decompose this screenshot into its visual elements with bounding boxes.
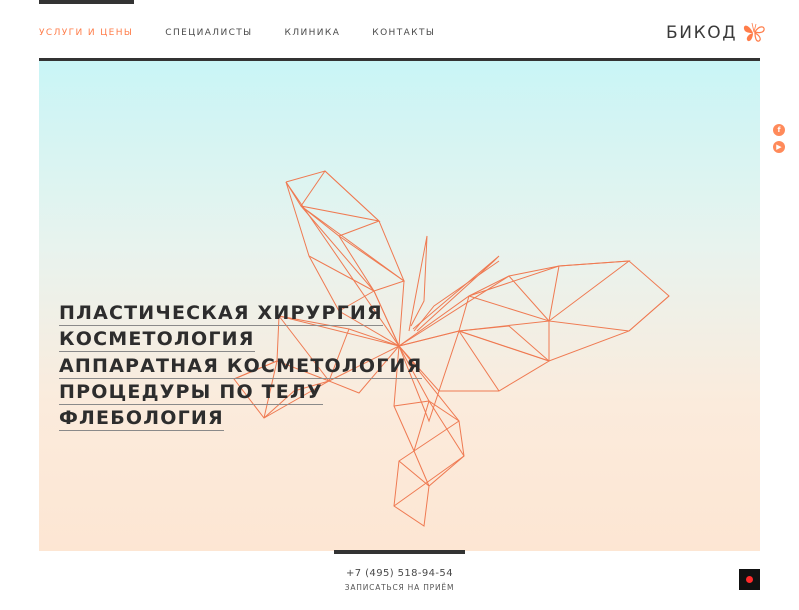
- record-dot-icon: [746, 576, 753, 583]
- nav-item-clinic[interactable]: КЛИНИКА: [285, 28, 341, 38]
- service-link-cosmetology[interactable]: КОСМЕТОЛОГИЯ: [59, 328, 255, 353]
- nav-item-specialists[interactable]: СПЕЦИАЛИСТЫ: [165, 28, 252, 38]
- appointment-link[interactable]: ЗАПИСАТЬСЯ НА ПРИЁМ: [334, 583, 465, 592]
- service-link-hardware-cosmetology[interactable]: АППАРАТНАЯ КОСМЕТОЛОГИЯ: [59, 355, 423, 379]
- service-link-plastic-surgery[interactable]: ПЛАСТИЧЕСКАЯ ХИРУРГИЯ: [59, 302, 383, 326]
- top-accent-bar: [39, 0, 134, 4]
- footer-accent-bar: [334, 550, 465, 554]
- hero-banner: ПЛАСТИЧЕСКАЯ ХИРУРГИЯ КОСМЕТОЛОГИЯ АППАР…: [39, 61, 760, 551]
- services-menu: ПЛАСТИЧЕСКАЯ ХИРУРГИЯ КОСМЕТОЛОГИЯ АППАР…: [59, 302, 423, 433]
- main-nav: УСЛУГИ И ЦЕНЫ СПЕЦИАЛИСТЫ КЛИНИКА КОНТАК…: [39, 28, 467, 38]
- phone-number[interactable]: +7 (495) 518-94-54: [334, 568, 465, 579]
- butterfly-icon: [744, 22, 765, 42]
- service-link-body-procedures[interactable]: ПРОЦЕДУРЫ ПО ТЕЛУ: [59, 381, 323, 405]
- facebook-icon[interactable]: f: [773, 124, 785, 136]
- youtube-icon[interactable]: ▶: [773, 141, 785, 153]
- social-links: f ▶: [773, 124, 785, 153]
- nav-item-services[interactable]: УСЛУГИ И ЦЕНЫ: [39, 28, 133, 38]
- logo[interactable]: БИКОД: [666, 20, 767, 46]
- logo-text: БИКОД: [666, 23, 738, 43]
- service-link-phlebology[interactable]: ФЛЕБОЛОГИЯ: [59, 407, 224, 432]
- record-button[interactable]: [739, 569, 760, 590]
- nav-item-contacts[interactable]: КОНТАКТЫ: [372, 28, 435, 38]
